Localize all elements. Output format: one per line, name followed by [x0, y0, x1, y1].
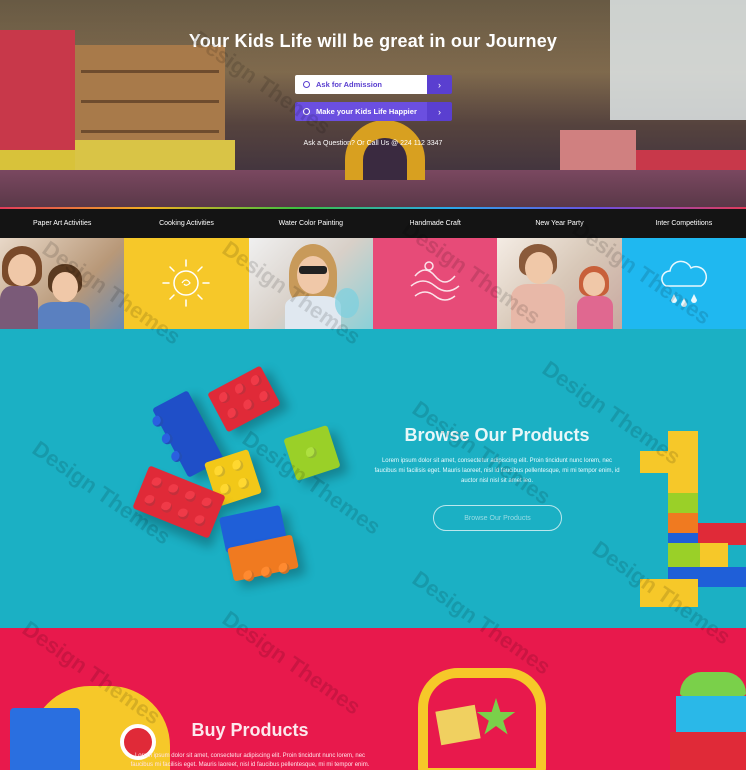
activities-tabs: Paper Art Activities Cooking Activities …: [0, 209, 746, 238]
browse-description: Lorem ipsum dolor sit amet, consectetur …: [374, 458, 620, 484]
lego-brick-red-top: [207, 365, 281, 433]
tab-new-year-party[interactable]: New Year Party: [497, 209, 621, 238]
chevron-right-icon: ›: [427, 75, 452, 94]
ask-admission-button[interactable]: Ask for Admission ›: [295, 75, 452, 94]
toy-basket: [418, 668, 546, 770]
activity-photo-new-year-party[interactable]: [497, 238, 622, 329]
buy-products-section: Buy Products Lorem ipsum dolor sit amet,…: [0, 628, 746, 770]
hero-window: [610, 0, 746, 120]
tab-cooking[interactable]: Cooking Activities: [124, 209, 248, 238]
contact-note: Ask a Question? Or Call Us @ 224 112 334…: [303, 140, 443, 147]
lego-brick-green: [283, 424, 341, 482]
tab-handmade-craft[interactable]: Handmade Craft: [373, 209, 497, 238]
tab-water-color[interactable]: Water Color Painting: [249, 209, 373, 238]
ask-admission-label: Ask for Admission: [316, 80, 382, 89]
browse-title: Browse Our Products: [404, 425, 590, 445]
activity-photo-paper-art[interactable]: [0, 238, 125, 329]
lego-tower: [640, 425, 746, 615]
waves-icon: [410, 261, 460, 301]
make-happier-button[interactable]: Make your Kids Life Happier ›: [295, 102, 452, 121]
activity-tile-handmade-craft[interactable]: [372, 238, 498, 329]
activity-tile-inter-competitions[interactable]: [621, 238, 746, 329]
hero-title: Your Kids Life will be great in our Jour…: [188, 31, 558, 51]
activity-tile-cooking[interactable]: [124, 238, 249, 329]
browse-products-section: Browse Our Products Lorem ipsum dolor si…: [0, 329, 746, 628]
buy-title: Buy Products: [191, 720, 309, 740]
browse-products-button[interactable]: Browse Our Products: [433, 505, 562, 531]
buy-description: Lorem ipsum dolor sit amet, consectetur …: [130, 753, 370, 768]
chevron-right-icon: ›: [427, 102, 452, 121]
hero-play-tunnel: [345, 120, 425, 180]
rain-cloud-icon: [660, 260, 707, 307]
sun-icon: [162, 259, 211, 307]
activity-photo-water-color[interactable]: [248, 238, 373, 329]
smile-icon: [303, 108, 310, 115]
activities-strip: Paper Art Activities Cooking Activities …: [0, 207, 746, 329]
tab-paper-art[interactable]: Paper Art Activities: [0, 209, 124, 238]
activities-tiles: [0, 238, 746, 329]
hero-banner: Your Kids Life will be great in our Jour…: [0, 0, 746, 207]
hero-cabinet-right-small: [560, 130, 636, 170]
make-happier-label: Make your Kids Life Happier: [316, 107, 417, 116]
toy-stacking-cups: [666, 672, 746, 770]
tab-inter-competitions[interactable]: Inter Competitions: [622, 209, 746, 238]
user-icon: [303, 81, 310, 88]
